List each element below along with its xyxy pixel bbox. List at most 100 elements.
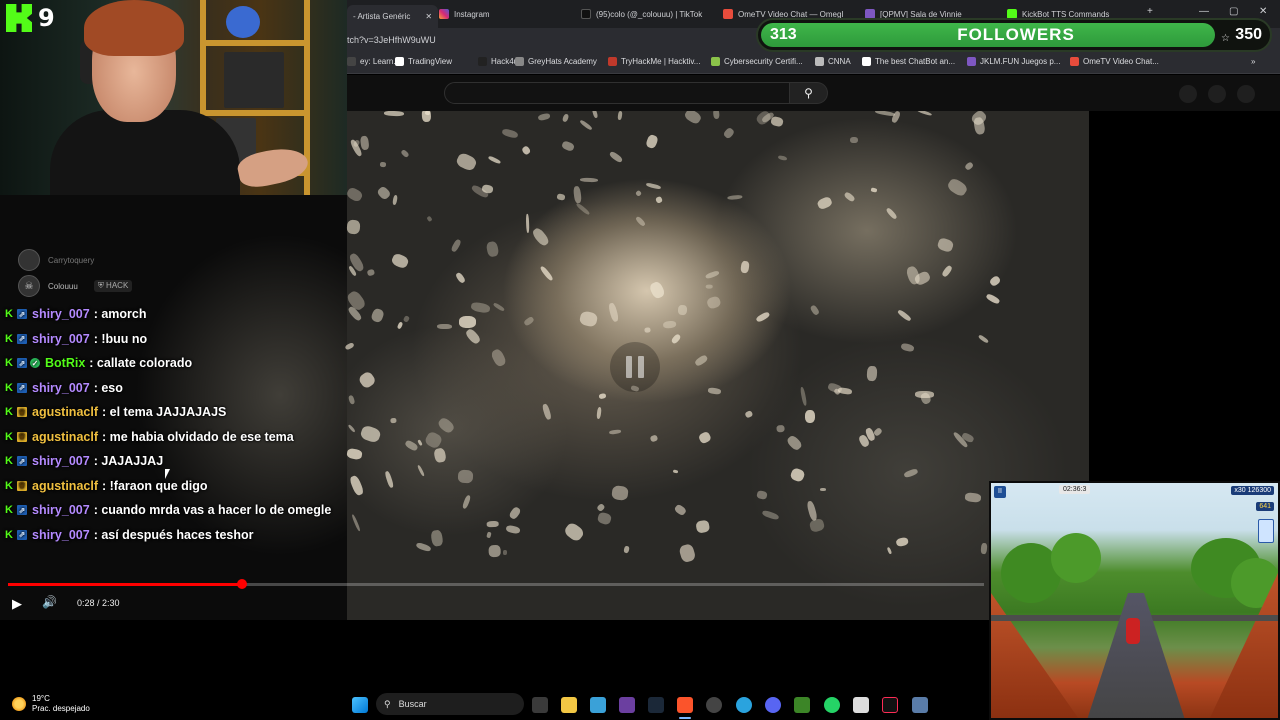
close-window-button[interactable]: ✕ (1259, 6, 1267, 17)
bookmark-item[interactable]: The best ChatBot an... (862, 57, 955, 66)
windows-start-icon[interactable] (352, 697, 368, 713)
new-tab-button[interactable]: + (1147, 6, 1153, 17)
file-explorer-icon[interactable] (561, 697, 577, 713)
webcam-overlay: 9 (0, 0, 347, 195)
brave-icon[interactable] (677, 697, 693, 713)
bookmark-item[interactable]: TryHackMe | Hacktiv... (608, 57, 700, 66)
crown-badge-icon: ♛ (17, 480, 27, 491)
video-particle (788, 466, 806, 484)
search-icon[interactable]: ⚲ (790, 82, 828, 104)
video-particle (634, 215, 647, 228)
youtube-header: ⚲ (347, 75, 1280, 111)
video-particle (572, 185, 582, 204)
video-particle (809, 304, 820, 316)
bookmark-label: OmeTV Video Chat... (1083, 57, 1159, 66)
video-particle (501, 128, 519, 140)
video-particle (799, 387, 808, 407)
video-particle (487, 154, 502, 165)
bookmark-item[interactable]: ey: Learn... (347, 57, 400, 66)
task-view-icon[interactable] (532, 697, 548, 713)
obs-icon[interactable] (706, 697, 722, 713)
settings-gear-icon[interactable] (912, 697, 928, 713)
whatsapp-icon[interactable] (824, 697, 840, 713)
play-button[interactable]: ▶ (12, 596, 22, 612)
game-coins: 641 (1256, 502, 1274, 511)
video-particle (562, 521, 586, 544)
video-particle (704, 270, 720, 280)
bookmark-item[interactable]: JKLM.FUN Juegos p... (967, 57, 1060, 66)
bookmark-item[interactable]: Hack4u (478, 57, 518, 66)
chat-username[interactable]: shiry_007 (32, 332, 90, 346)
figurine (226, 6, 260, 38)
video-particle (886, 546, 893, 554)
bookmark-item[interactable]: OmeTV Video Chat... (1070, 57, 1159, 66)
chat-username[interactable]: agustinaclf (32, 479, 98, 493)
video-particle (455, 271, 467, 285)
video-particle (694, 354, 709, 367)
video-particle (672, 469, 679, 474)
chat-message: K ♛ agustinaclf: me habia olvidado de ese … (4, 425, 349, 450)
bookmarks-more-icon[interactable]: » (1251, 57, 1255, 66)
chat-username[interactable]: agustinaclf (32, 430, 98, 444)
chat-user-name: Carrytoquery (48, 255, 95, 265)
powerup-icon (1258, 519, 1274, 543)
volume-icon[interactable]: 🔊 (42, 595, 57, 609)
chat-username[interactable]: shiry_007 (32, 503, 90, 517)
app-icon[interactable] (853, 697, 869, 713)
url-text[interactable]: tch?v=3JeHfhW9uWU (347, 35, 436, 45)
center-pause-icon[interactable] (610, 342, 660, 392)
telegram-icon[interactable] (736, 697, 752, 713)
video-particle (673, 503, 688, 516)
game-score: x30 126300 (1231, 486, 1274, 495)
chat-username[interactable]: shiry_007 (32, 381, 90, 395)
tiktok-icon[interactable] (882, 697, 898, 713)
video-particle (843, 190, 856, 203)
avatar[interactable] (1237, 85, 1255, 103)
video-particle (607, 302, 620, 323)
maximize-button[interactable]: ▢ (1229, 6, 1238, 17)
video-particle (403, 439, 419, 452)
bookmark-item[interactable]: GreyHats Academy (515, 57, 597, 66)
discord-icon[interactable] (765, 697, 781, 713)
vscode-icon[interactable] (590, 697, 606, 713)
bookmark-label: TryHackMe | Hacktiv... (621, 57, 701, 66)
minimize-button[interactable]: — (1199, 6, 1209, 17)
notifications-icon[interactable] (1208, 85, 1226, 103)
bookmark-icon (347, 57, 356, 66)
minecraft-icon[interactable] (794, 697, 810, 713)
chat-username[interactable]: BotRix (45, 356, 85, 370)
chat-user-row: ☠ Colouuu ⛨ HACK (18, 274, 218, 298)
bookmark-item[interactable]: TradingView (395, 57, 452, 66)
game-score-value: 126300 (1247, 487, 1271, 494)
youtube-search-input[interactable] (444, 82, 790, 104)
bookmark-item[interactable]: Cybersecurity Certifi... (711, 57, 803, 66)
taskbar-search-input[interactable]: ⚲ Buscar (376, 693, 524, 715)
video-particle (617, 110, 623, 121)
weather-widget[interactable]: 19°C Prac. despejado (12, 694, 90, 714)
chat-text: : me habia olvidado de ese tema (102, 429, 294, 444)
video-frame[interactable] (344, 107, 1089, 620)
video-particle (722, 126, 735, 140)
bookmark-item[interactable]: CNNA (815, 57, 851, 66)
avatar (18, 249, 40, 271)
steam-icon[interactable] (648, 697, 664, 713)
game-multiplier: x30 (1234, 487, 1246, 494)
tab-instagram[interactable]: Instagram (439, 5, 490, 23)
video-particle (870, 187, 878, 193)
tab-youtube-active[interactable]: - Artista Genéric ✕ (347, 5, 439, 28)
chat-username[interactable]: shiry_007 (32, 528, 90, 542)
close-tab-icon[interactable]: ✕ (425, 12, 432, 21)
kick-viewer-counter: 9 (6, 4, 55, 32)
create-icon[interactable] (1179, 85, 1197, 103)
video-particle (579, 119, 594, 132)
video-particle (623, 545, 630, 555)
game-pause-icon[interactable]: II (994, 486, 1006, 498)
chat-username[interactable]: shiry_007 (32, 307, 90, 321)
tab-tiktok[interactable]: (95)colo (@_colouuu) | TikTok (581, 5, 702, 23)
kick-badge-icon: K (5, 430, 13, 443)
streamer-hair (84, 0, 184, 56)
video-progress-bar[interactable] (8, 579, 984, 589)
chat-username[interactable]: agustinaclf (32, 405, 98, 419)
chat-username[interactable]: shiry_007 (32, 454, 90, 468)
obsidian-icon[interactable] (619, 697, 635, 713)
